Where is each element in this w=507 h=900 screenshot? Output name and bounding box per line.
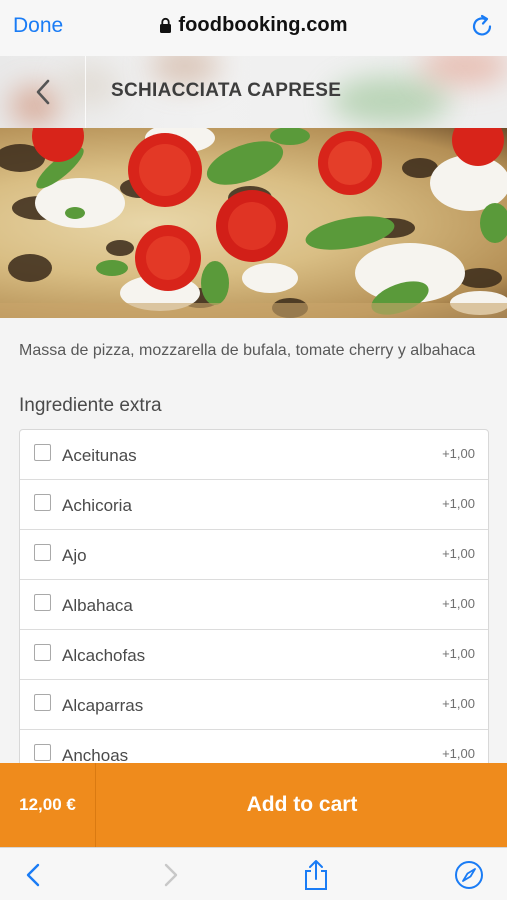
checkbox[interactable] bbox=[34, 644, 51, 661]
compass-icon bbox=[455, 861, 483, 889]
chevron-right-icon bbox=[164, 863, 178, 887]
extras-heading: Ingrediente extra bbox=[19, 395, 162, 416]
extra-price: +1,00 bbox=[442, 746, 475, 761]
reload-icon[interactable] bbox=[471, 14, 495, 40]
extra-price: +1,00 bbox=[442, 696, 475, 711]
checkbox[interactable] bbox=[34, 494, 51, 511]
checkbox[interactable] bbox=[34, 594, 51, 611]
checkbox[interactable] bbox=[34, 744, 51, 761]
product-description: Massa de pizza, mozzarella de bufala, to… bbox=[19, 342, 476, 359]
extra-price: +1,00 bbox=[442, 546, 475, 561]
share-icon bbox=[305, 860, 327, 890]
checkbox[interactable] bbox=[34, 444, 51, 461]
url-text: foodbooking.com bbox=[178, 14, 348, 36]
extra-price: +1,00 bbox=[442, 646, 475, 661]
extra-price: +1,00 bbox=[442, 596, 475, 611]
list-item[interactable]: Albahaca +1,00 bbox=[20, 580, 488, 630]
checkbox[interactable] bbox=[34, 694, 51, 711]
open-in-safari-button[interactable] bbox=[453, 858, 485, 892]
list-item[interactable]: Achicoria +1,00 bbox=[20, 480, 488, 530]
extra-name: Achicoria bbox=[62, 496, 132, 515]
nav-forward-button[interactable] bbox=[155, 858, 187, 892]
nav-back-button[interactable] bbox=[17, 858, 49, 892]
extra-name: Aceitunas bbox=[62, 446, 137, 465]
extra-name: Albahaca bbox=[62, 596, 133, 615]
browser-top-bar: Done foodbooking.com bbox=[0, 0, 507, 56]
list-item[interactable]: Alcachofas +1,00 bbox=[20, 630, 488, 680]
browser-bottom-toolbar bbox=[0, 847, 507, 900]
app-header: SCHIACCIATA CAPRESE bbox=[0, 56, 507, 128]
share-button[interactable] bbox=[300, 858, 332, 892]
extras-list: Aceitunas +1,00 Achicoria +1,00 Ajo +1,0… bbox=[19, 429, 489, 781]
list-item[interactable]: Aceitunas +1,00 bbox=[20, 430, 488, 480]
product-image bbox=[0, 128, 507, 318]
chevron-left-icon bbox=[26, 863, 40, 887]
extra-price: +1,00 bbox=[442, 446, 475, 461]
lock-icon bbox=[159, 17, 172, 40]
chevron-left-icon bbox=[36, 79, 49, 105]
extra-price: +1,00 bbox=[442, 496, 475, 511]
extra-name: Alcaparras bbox=[62, 696, 144, 715]
extra-name: Alcachofas bbox=[62, 646, 146, 665]
add-to-cart-button[interactable]: Add to cart bbox=[97, 763, 507, 847]
checkbox[interactable] bbox=[34, 544, 51, 561]
list-item[interactable]: Ajo +1,00 bbox=[20, 530, 488, 580]
list-item[interactable]: Alcaparras +1,00 bbox=[20, 680, 488, 730]
back-button[interactable] bbox=[0, 56, 86, 128]
page-title: SCHIACCIATA CAPRESE bbox=[111, 80, 342, 101]
extra-name: Ajo bbox=[62, 546, 87, 565]
cart-total: 12,00 € bbox=[0, 763, 96, 847]
cart-bar: 12,00 € Add to cart bbox=[0, 763, 507, 847]
address-bar[interactable]: foodbooking.com bbox=[0, 14, 507, 40]
